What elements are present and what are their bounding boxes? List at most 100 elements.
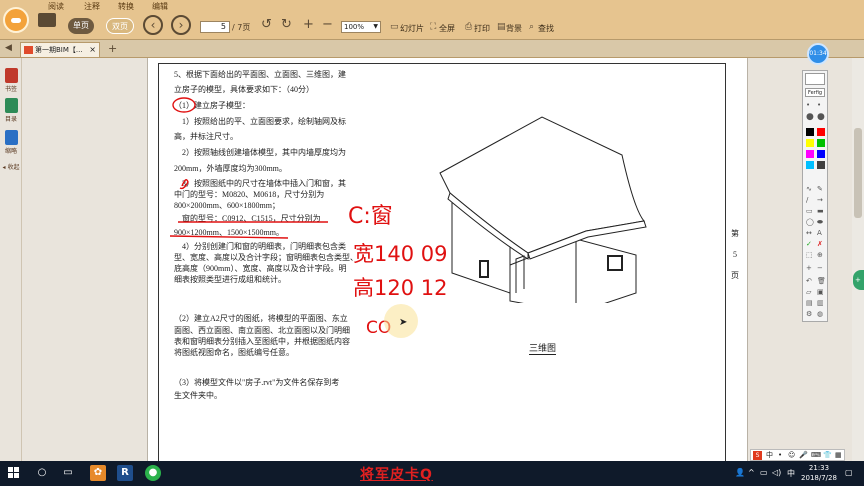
add-tab-icon[interactable]: + <box>108 42 117 55</box>
scrollbar-thumb[interactable] <box>854 128 862 218</box>
globe-icon[interactable]: ◍ <box>817 310 823 318</box>
notification-icon[interactable]: ▢ <box>845 468 853 477</box>
fill-rectangle-icon[interactable]: ▬ <box>817 207 824 215</box>
left-sidebar: 书签 目录 缩略 ◂ 收起 <box>0 58 22 461</box>
pen-size-xlarge-icon[interactable]: ● <box>817 113 825 122</box>
text-tool-icon[interactable]: A <box>817 229 822 237</box>
ime-emoji-icon[interactable]: ☺ <box>788 450 795 460</box>
ime-skin-icon[interactable]: 👕 <box>823 450 832 460</box>
add-page-icon[interactable]: + <box>806 264 812 272</box>
color-swatch-magenta[interactable] <box>806 150 814 158</box>
tray-expand-icon[interactable]: ^ <box>748 468 755 477</box>
recorder-app-icon[interactable]: ● <box>145 465 161 481</box>
color-swatch-blue[interactable] <box>817 150 825 158</box>
ime-voice-icon[interactable]: 🎤 <box>799 450 808 460</box>
delete-icon[interactable]: 🗑 <box>817 277 826 285</box>
pen-size-large-icon[interactable]: ● <box>806 113 814 122</box>
search-icon[interactable]: ○ <box>34 465 50 481</box>
highlighter-icon[interactable]: ✎ <box>817 185 823 193</box>
ime-punct-icon[interactable]: • <box>778 450 782 460</box>
palette-font-label[interactable]: Ferfig <box>805 88 825 97</box>
clock-time: 21:33 <box>808 464 830 472</box>
screen-icon[interactable]: ▥ <box>817 299 824 307</box>
undo-icon[interactable]: ↶ <box>806 277 812 285</box>
check-mark-icon[interactable]: ✓ <box>806 240 812 248</box>
tray-network-icon[interactable]: ▭ <box>760 468 768 477</box>
remove-page-icon[interactable]: − <box>817 264 823 272</box>
color-swatch-gray[interactable] <box>817 161 825 169</box>
windows-start-icon[interactable] <box>8 467 20 479</box>
question-line: 生文件夹中。 <box>174 391 222 400</box>
fill-ellipse-icon[interactable]: ⬬ <box>817 218 823 226</box>
ime-keyboard-icon[interactable]: ⌨ <box>811 450 821 460</box>
toc-icon <box>4 98 18 113</box>
taskbar-clock[interactable]: 21:33 2018/7/28 <box>800 463 838 483</box>
document-tab[interactable]: 第一期BIM【... × <box>20 42 100 57</box>
color-swatch-cyan[interactable] <box>806 161 814 169</box>
tray-volume-icon[interactable]: ◁) <box>772 468 781 477</box>
find-button[interactable]: 查找 <box>538 23 554 34</box>
question-line: 底高度（900mm）、宽度、高度以及合计字段。明 <box>174 264 347 273</box>
revit-app-icon[interactable]: R <box>117 465 133 481</box>
ime-grid-icon[interactable]: ▦ <box>835 450 842 460</box>
background-button[interactable]: 背景 <box>506 23 522 34</box>
settings-icon[interactable]: ⚙ <box>806 310 812 318</box>
app-logo-icon[interactable] <box>3 7 29 33</box>
line-tool-icon[interactable]: / <box>806 196 808 204</box>
save-icon[interactable]: ▤ <box>806 299 813 307</box>
pen-size-small-icon[interactable]: • <box>806 101 810 109</box>
question-line: 表和窗明细表分别插入至图纸中，并根据图纸内容 <box>174 337 350 346</box>
question-line: 细表按照类型进行成组和统计。 <box>174 275 286 284</box>
cross-mark-icon[interactable]: ✗ <box>817 240 823 248</box>
task-view-icon[interactable]: ▭ <box>60 465 76 481</box>
eraser-icon[interactable]: ▱ <box>806 288 811 296</box>
side-float-button[interactable]: + <box>853 270 864 290</box>
zoom-out-icon[interactable]: − <box>322 18 333 32</box>
slideshow-button[interactable]: 幻灯片 <box>400 23 424 34</box>
vertical-scrollbar[interactable] <box>852 58 864 461</box>
ime-language[interactable]: 中 <box>766 450 773 460</box>
sidebar-item-bookmarks[interactable]: 书签 <box>2 68 20 93</box>
double-arrow-icon[interactable]: ↔ <box>806 229 812 237</box>
tray-ime-icon[interactable]: 中 <box>787 468 795 479</box>
clear-icon[interactable]: ▣ <box>817 288 824 296</box>
menu-tab-edit[interactable]: 编辑 <box>152 1 168 11</box>
page-side-label: 第 <box>731 229 739 238</box>
open-folder-icon[interactable] <box>38 13 56 27</box>
ime-toolbar[interactable]: S 中 • ☺ 🎤 ⌨ 👕 ▦ <box>750 449 845 461</box>
reader-app-icon[interactable]: ✿ <box>90 465 106 481</box>
sidebar-item-toc[interactable]: 目录 <box>2 98 20 123</box>
rotate-left-icon[interactable]: ↺ <box>261 18 272 32</box>
menu-tab-convert[interactable]: 转换 <box>118 1 134 11</box>
rotate-right-icon[interactable]: ↻ <box>281 18 292 32</box>
prev-page-icon[interactable]: ‹ <box>143 15 163 35</box>
sidebar-item-thumbnails[interactable]: 缩略 <box>2 130 20 155</box>
page-number-input[interactable]: 5 <box>200 21 230 33</box>
color-swatch-red[interactable] <box>817 128 825 136</box>
color-swatch-green[interactable] <box>817 139 825 147</box>
print-button[interactable]: 打印 <box>474 23 490 34</box>
zoom-tool-icon[interactable]: ⊕ <box>817 251 823 259</box>
sidebar-item-label: 目录 <box>4 116 17 123</box>
zoom-select[interactable]: 100% ▼ <box>341 21 381 33</box>
select-area-icon[interactable]: ⬚ <box>806 251 813 259</box>
menu-tab-annotate[interactable]: 注释 <box>84 1 100 11</box>
menu-tab-read[interactable]: 阅读 <box>48 1 64 11</box>
sidebar-collapse-button[interactable]: ◂ 收起 <box>0 162 22 171</box>
single-page-button[interactable]: 单页 <box>68 18 94 34</box>
color-swatch-yellow[interactable] <box>806 139 814 147</box>
ellipse-tool-icon[interactable]: ◯ <box>806 218 814 226</box>
tab-scroll-left-icon[interactable]: ◀ <box>5 43 12 53</box>
fullscreen-button[interactable]: 全屏 <box>439 23 455 34</box>
tray-person-icon[interactable]: 👤 <box>735 468 745 477</box>
next-page-icon[interactable]: › <box>171 15 191 35</box>
close-tab-icon[interactable]: × <box>89 43 96 57</box>
pen-size-medium-icon[interactable]: • <box>817 101 821 109</box>
freehand-pen-icon[interactable]: ∿ <box>806 185 812 193</box>
figure-caption: 三维图 <box>529 343 557 355</box>
arrow-tool-icon[interactable]: → <box>817 196 823 204</box>
zoom-in-icon[interactable]: + <box>303 18 314 32</box>
rectangle-tool-icon[interactable]: ▭ <box>806 207 813 215</box>
double-page-button[interactable]: 双页 <box>106 18 134 34</box>
color-swatch-black[interactable] <box>806 128 814 136</box>
